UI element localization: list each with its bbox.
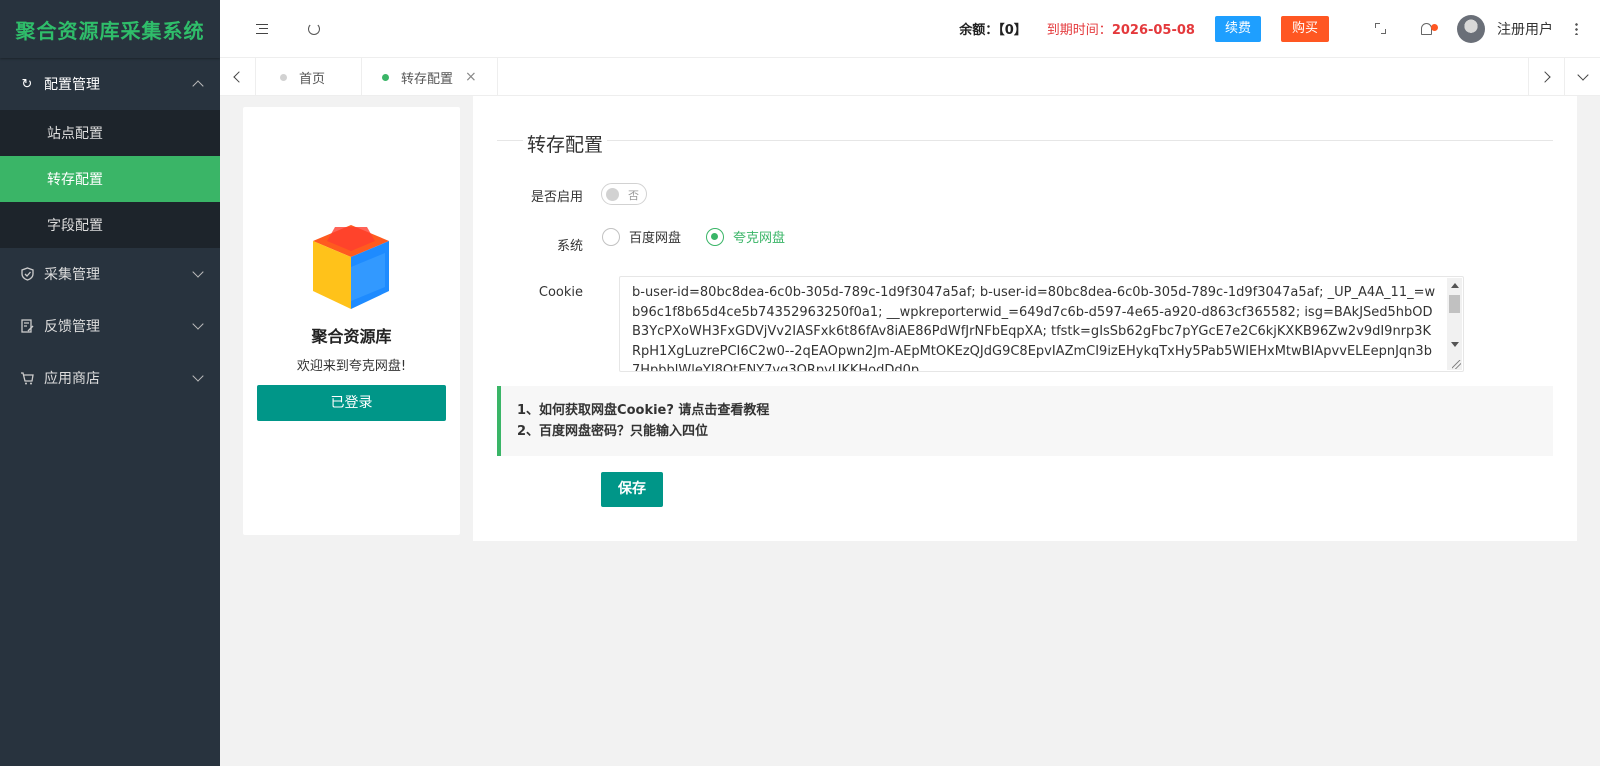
- notice-line-cookie-help[interactable]: 1、如何获取网盘Cookie? 请点击查看教程: [517, 400, 1553, 421]
- cube-logo-icon: [313, 225, 389, 309]
- chevron-down-icon: [192, 318, 204, 330]
- enable-switch[interactable]: 否: [601, 183, 647, 205]
- save-button[interactable]: 保存: [601, 472, 663, 507]
- tab-status-dot: [382, 73, 390, 81]
- scroll-thumb[interactable]: [1449, 295, 1460, 313]
- close-icon[interactable]: ×: [465, 69, 477, 85]
- chevron-up-icon: [192, 80, 204, 92]
- fullscreen-icon: [1374, 23, 1386, 34]
- help-notice: 1、如何获取网盘Cookie? 请点击查看教程 2、百度网盘密码？只能输入四位: [497, 386, 1553, 456]
- bell-icon: [1420, 22, 1432, 35]
- switch-knob: [606, 188, 619, 201]
- expire-label: 到期时间：: [1046, 23, 1112, 38]
- nav-parent-label: 采集管理: [44, 267, 100, 283]
- chevron-down-icon: [192, 370, 204, 382]
- notification-dot: [1431, 23, 1438, 31]
- shield-icon: [20, 267, 34, 281]
- buy-button[interactable]: 购买: [1280, 15, 1329, 42]
- tabs-menu-button[interactable]: [1564, 58, 1600, 96]
- chevron-down-icon: [1576, 69, 1589, 81]
- textarea-scrollbar[interactable]: [1447, 278, 1462, 370]
- chevron-right-icon: [1539, 71, 1551, 83]
- top-header: 余额：【0】 到期时间：2026-05-08 续费 购买 注册用户: [220, 0, 1600, 58]
- radio-circle: [602, 227, 620, 246]
- nav-parent-feedback[interactable]: 反馈管理: [0, 300, 220, 352]
- nav-parent-collect[interactable]: 采集管理: [0, 248, 220, 300]
- expire-date: 2026-05-08: [1111, 23, 1195, 38]
- profile-welcome-text: 欢迎来到夸克网盘!: [296, 359, 407, 374]
- radio-circle: [706, 227, 724, 246]
- edit-note-icon: [20, 319, 34, 333]
- page-tabs-bar: 首页 转存配置 ×: [220, 58, 1600, 96]
- radio-label: 百度网盘: [629, 231, 682, 246]
- chevron-down-icon: [192, 266, 204, 278]
- chevron-left-icon: [233, 71, 245, 83]
- renew-button[interactable]: 续费: [1214, 15, 1261, 42]
- nav-children-config: 站点配置 转存配置 字段配置: [0, 110, 220, 248]
- nav-parent-label: 配置管理: [44, 77, 100, 93]
- cookie-textarea[interactable]: b-user-id=80bc8dea-6c0b-305d-789c-1d9f30…: [619, 276, 1464, 372]
- more-vertical-icon[interactable]: [1575, 22, 1578, 35]
- radio-label: 夸克网盘: [733, 231, 786, 246]
- balance-text: 余额：【0】: [959, 23, 1027, 38]
- nav-parent-label: 反馈管理: [44, 319, 100, 335]
- radio-quark-pan[interactable]: 夸克网盘: [706, 227, 785, 246]
- fullscreen-button[interactable]: [1357, 0, 1403, 58]
- username: 注册用户: [1497, 21, 1553, 38]
- refresh-button[interactable]: [288, 0, 340, 58]
- sidebar: 聚合资源库采集系统 ↻ 配置管理 站点配置 转存配置 字段配置 采集管理 反馈管…: [0, 0, 220, 766]
- system-label: 系统: [556, 239, 583, 254]
- fieldset-divider: [497, 140, 1553, 141]
- profile-card: 聚合资源库 欢迎来到夸克网盘! 已登录: [243, 107, 460, 535]
- resize-grip-icon[interactable]: [1452, 360, 1461, 369]
- nav-group-config: ↻ 配置管理 站点配置 转存配置 字段配置: [0, 58, 220, 248]
- tab-label: 转存配置: [401, 71, 454, 87]
- scroll-up-icon: [1451, 283, 1459, 288]
- cookie-label: Cookie: [538, 285, 583, 300]
- refresh-icon: ↻: [21, 76, 33, 92]
- sidebar-item-field-config[interactable]: 字段配置: [0, 202, 220, 248]
- tab-home[interactable]: 首页: [256, 58, 363, 96]
- cookie-value: b-user-id=80bc8dea-6c0b-305d-789c-1d9f30…: [632, 285, 1436, 372]
- refresh-icon: [308, 22, 320, 35]
- tab-transfer-config[interactable]: 转存配置 ×: [362, 58, 498, 96]
- avatar: [1457, 14, 1485, 43]
- profile-name: 聚合资源库: [311, 327, 392, 346]
- cart-icon: [20, 371, 34, 385]
- scroll-down-icon: [1451, 342, 1459, 347]
- tab-label: 首页: [299, 71, 326, 87]
- sidebar-item-transfer-config[interactable]: 转存配置: [0, 156, 220, 202]
- notifications-button[interactable]: [1403, 0, 1449, 58]
- tab-status-dot: [280, 73, 287, 81]
- nav-parent-label: 应用商店: [44, 371, 100, 387]
- app-logo-title: 聚合资源库采集系统: [0, 0, 220, 58]
- user-menu[interactable]: 注册用户: [1457, 14, 1553, 43]
- nav-parent-config[interactable]: ↻ 配置管理: [0, 58, 220, 110]
- radio-baidu-pan[interactable]: 百度网盘: [602, 227, 681, 246]
- toggle-sidebar-button[interactable]: [236, 0, 288, 58]
- notice-line-password-help: 2、百度网盘密码？只能输入四位: [517, 424, 709, 439]
- menu-fold-icon: [256, 23, 268, 34]
- switch-state-text: 否: [628, 189, 639, 202]
- enable-label: 是否启用: [530, 190, 583, 205]
- tabs-scroll-right-button[interactable]: [1528, 58, 1564, 96]
- tabs-scroll-left-button[interactable]: [220, 58, 256, 96]
- fieldset-legend: 转存配置: [523, 130, 608, 157]
- expire-info: 到期时间：2026-05-08: [1047, 19, 1195, 38]
- transfer-config-panel: 转存配置 是否启用 否 系统 百度网盘 夸克网盘 Cookie b-user-i…: [473, 96, 1577, 541]
- logged-in-button[interactable]: 已登录: [257, 385, 446, 421]
- nav-parent-app-store[interactable]: 应用商店: [0, 352, 220, 404]
- sidebar-item-site-config[interactable]: 站点配置: [0, 110, 220, 156]
